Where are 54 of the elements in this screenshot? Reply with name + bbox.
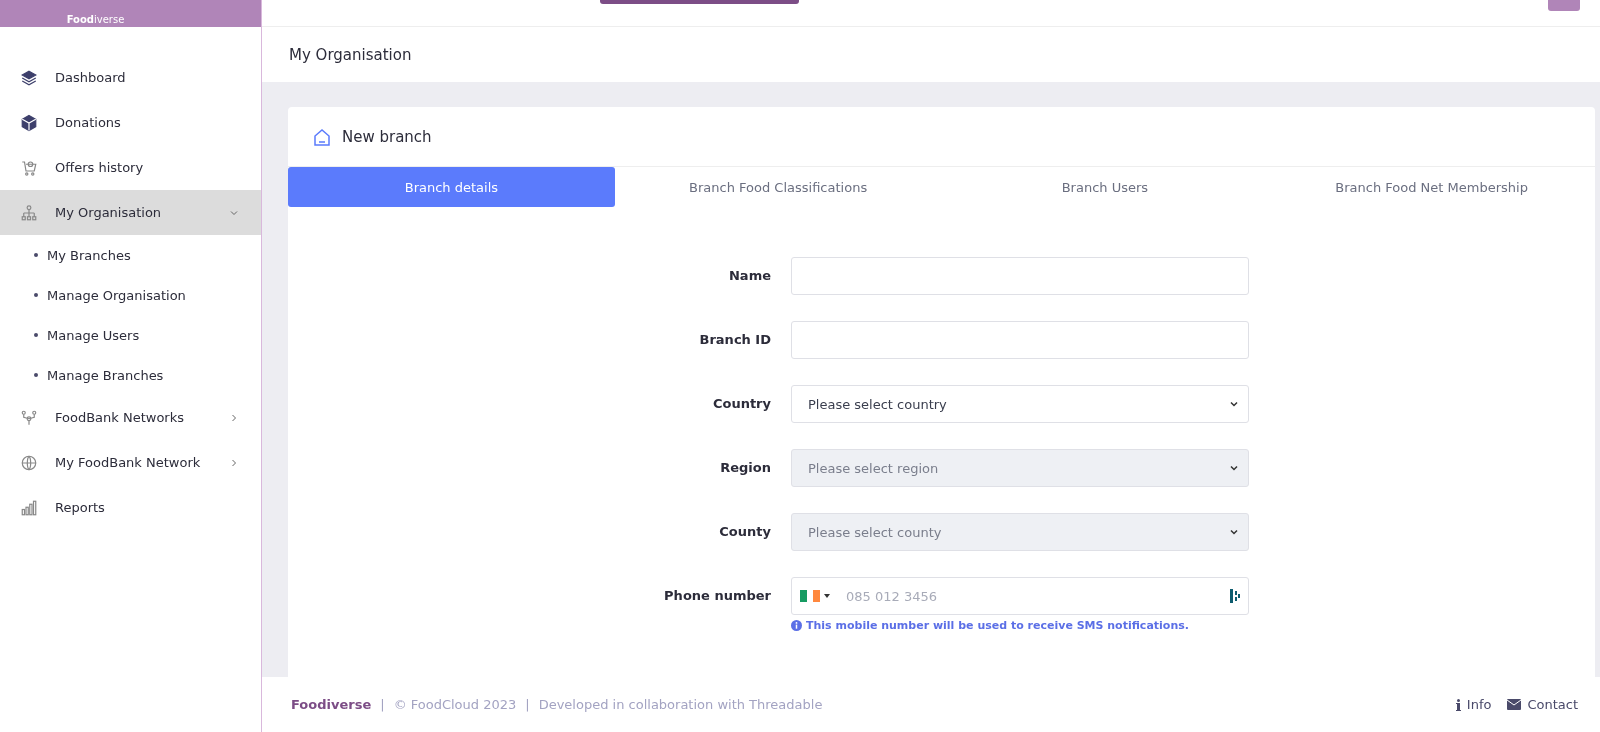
field-label: Name [728,267,772,285]
info-icon [1455,698,1461,711]
field-label: County [718,523,772,541]
footer-link[interactable]: Info [1455,697,1492,712]
field-label: Country [711,395,772,413]
footer-brand: Foodiverse [291,697,372,712]
footer-text: © FoodCloud 2023 [393,697,517,712]
sidebar-item[interactable]: Donations [0,100,261,145]
page-title: My Organisation [289,45,412,64]
footer-text: Developed in collaboration with Threadable [538,697,823,712]
tab[interactable]: Branch Users [941,167,1269,207]
sidebar-subitem[interactable]: Manage Users [0,315,261,355]
sidebar-subitem[interactable]: Manage Branches [0,355,261,395]
sidebar-subitem[interactable]: Manage Organisation [0,275,261,315]
sidebar-item[interactable]: Reports [0,485,261,530]
separator: | [525,697,530,712]
flag-icon [800,590,820,602]
field-label: Region [719,459,772,477]
chevron-right-icon [229,412,239,423]
layers-icon [20,68,38,87]
field-label: Phone number [663,587,772,605]
hierarchy-icon [20,203,38,222]
tab[interactable]: Branch Food Net Membership [1268,167,1595,207]
cart-icon [20,158,38,177]
chevron-right-icon [229,457,239,468]
globe-icon [20,453,38,472]
select-field[interactable]: Please select country [791,385,1249,423]
field-label: Branch ID [698,331,772,349]
separator: | [380,697,385,712]
sidebar-item[interactable]: My Organisation [0,190,261,235]
caret-icon [824,594,830,598]
input-field[interactable] [791,321,1249,359]
extension-icon [1230,589,1240,603]
card-title: New branch [342,127,432,146]
people-network-icon [20,408,38,427]
hint-text: This mobile number will be used to receive SMS notifications. [791,619,1249,632]
phone-field[interactable]: 085 012 3456 [791,577,1249,615]
bar-chart-icon [20,498,38,517]
envelope-icon [1507,699,1522,710]
tab[interactable]: Branch Food Classifications [614,167,942,207]
footer-link[interactable]: Contact [1507,697,1578,712]
sidebar-subitem[interactable]: My Branches [0,235,261,275]
input-field[interactable] [791,257,1249,295]
box-icon [20,113,38,132]
top-button[interactable] [1548,0,1580,11]
tab[interactable]: Branch details [288,167,615,207]
info-icon [791,620,802,631]
house-icon [312,126,332,147]
sidebar-item[interactable]: FoodBank Networks [0,395,261,440]
sidebar-item[interactable]: Offers history [0,145,261,190]
sidebar-item[interactable]: Dashboard [0,55,261,100]
sidebar-item[interactable]: My FoodBank Network [0,440,261,485]
logo-text: Foodiverse [66,14,125,25]
top-button[interactable] [600,0,799,4]
